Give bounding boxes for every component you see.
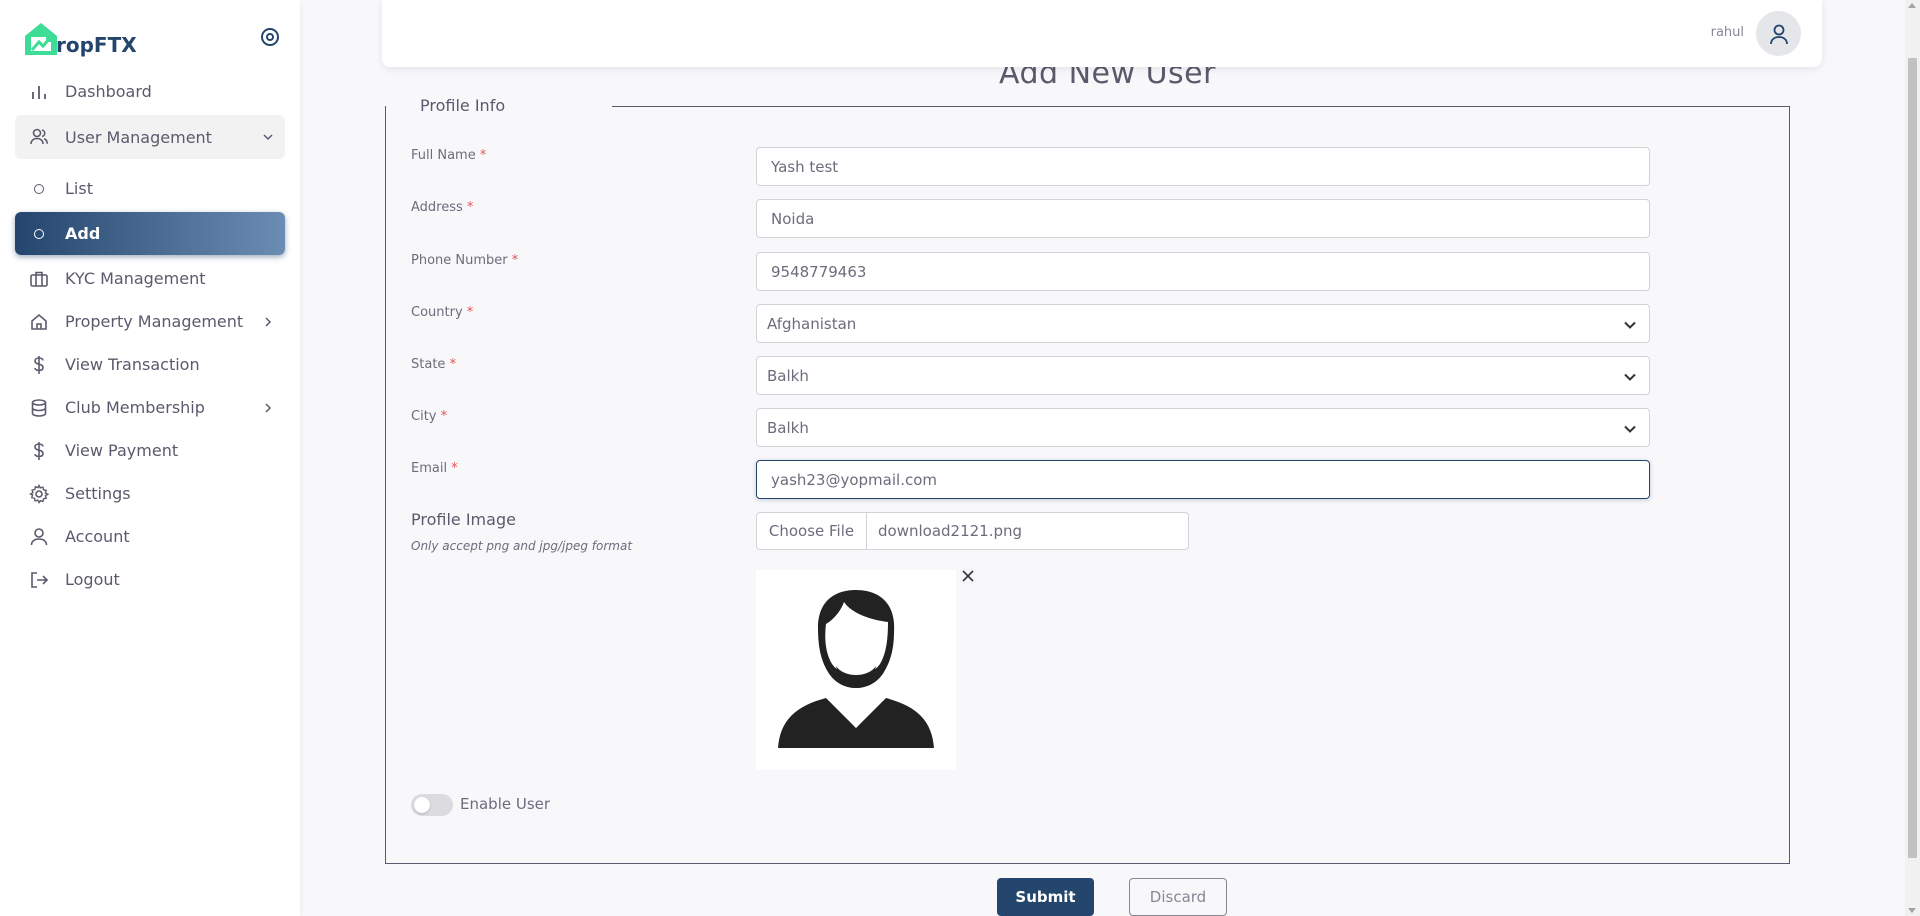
sidebar-item-settings[interactable]: Settings <box>15 472 285 515</box>
user-icon <box>29 527 49 547</box>
state-select[interactable]: Balkh <box>756 356 1650 395</box>
choose-file-button[interactable]: Choose File <box>757 513 867 549</box>
circle-icon <box>29 224 49 244</box>
enable-user-toggle[interactable] <box>411 794 453 816</box>
sidebar-item-label: KYC Management <box>65 269 206 288</box>
phone-label: Phone Number * <box>411 253 519 268</box>
chevron-down-icon <box>261 129 275 143</box>
sidebar-item-account[interactable]: Account <box>15 515 285 558</box>
sidebar-item-label: Account <box>65 527 130 546</box>
email-label: Email * <box>411 461 458 476</box>
chevron-down-icon <box>1623 370 1637 384</box>
phone-input[interactable]: 9548779463 <box>756 252 1650 291</box>
gear-icon <box>29 483 49 504</box>
home-icon <box>29 312 49 332</box>
users-icon <box>29 127 49 147</box>
avatar[interactable] <box>1756 11 1801 56</box>
dollar-icon <box>29 441 49 461</box>
sidebar-item-view-transaction[interactable]: View Transaction <box>15 343 285 386</box>
city-select[interactable]: Balkh <box>756 408 1650 447</box>
profile-image-preview <box>756 570 956 770</box>
sidebar-item-label: Property Management <box>65 312 244 331</box>
sidebar-item-logout[interactable]: Logout <box>15 558 285 601</box>
profile-image-title: Profile Image <box>411 510 516 529</box>
username: rahul <box>1710 25 1744 40</box>
file-input[interactable]: Choose File download2121.png <box>756 512 1189 550</box>
remove-image-icon[interactable] <box>960 568 976 584</box>
sidebar-item-label: User Management <box>65 127 212 147</box>
chevron-right-icon <box>261 314 275 328</box>
chevron-right-icon <box>261 400 275 414</box>
full-name-input[interactable]: Yash test <box>756 147 1650 186</box>
sidebar-item-dashboard[interactable]: Dashboard <box>15 70 285 113</box>
avatar-silhouette-icon <box>778 590 934 748</box>
sidebar-item-user-management[interactable]: User Management <box>15 115 285 159</box>
house-logo-icon <box>22 20 60 58</box>
address-label: Address * <box>411 200 474 215</box>
file-name: download2121.png <box>878 522 1023 540</box>
sidebar-item-label: Dashboard <box>65 82 152 101</box>
country-select[interactable]: Afghanistan <box>756 304 1650 343</box>
page-scrollbar[interactable] <box>1905 0 1920 916</box>
dollar-icon <box>29 355 49 375</box>
circle-icon <box>29 179 49 199</box>
sidebar-item-label: View Payment <box>65 441 179 460</box>
toggle-knob <box>414 797 430 813</box>
full-name-label: Full Name * <box>411 148 487 163</box>
top-navbar: rahul <box>382 0 1822 67</box>
database-icon <box>29 398 49 418</box>
sidebar: ropFTX Dashboard User Management List Ad… <box>0 0 300 916</box>
sidebar-menu: Dashboard User Management List Add KYC M… <box>15 70 285 601</box>
scroll-up-icon[interactable] <box>1908 3 1916 8</box>
sidebar-item-label: Logout <box>65 570 120 589</box>
chevron-down-icon <box>1623 422 1637 436</box>
scrollbar-thumb[interactable] <box>1908 58 1917 858</box>
address-input[interactable]: Noida <box>756 199 1650 238</box>
brand-logo[interactable]: ropFTX <box>22 18 137 58</box>
sidebar-item-label: Add <box>65 224 101 243</box>
sidebar-item-add[interactable]: Add <box>15 212 285 255</box>
sidebar-item-property-management[interactable]: Property Management <box>15 300 285 343</box>
profile-info-legend: Profile Info <box>420 96 522 115</box>
submit-button[interactable]: Submit <box>997 878 1094 916</box>
sidebar-item-label: List <box>65 179 93 198</box>
sidebar-item-label: View Transaction <box>65 355 200 374</box>
sidebar-item-label: Club Membership <box>65 398 205 417</box>
enable-user-label: Enable User <box>460 795 551 813</box>
briefcase-icon <box>29 269 49 289</box>
country-label: Country * <box>411 305 474 320</box>
chevron-down-icon <box>1623 318 1637 332</box>
city-label: City * <box>411 409 448 424</box>
sidebar-item-club-membership[interactable]: Club Membership <box>15 386 285 429</box>
user-icon <box>1769 24 1788 44</box>
collapse-sidebar-icon[interactable] <box>259 26 281 48</box>
sidebar-item-list[interactable]: List <box>15 167 285 210</box>
sidebar-item-kyc-management[interactable]: KYC Management <box>15 257 285 300</box>
sidebar-item-label: Settings <box>65 484 131 503</box>
bar-chart-icon <box>29 82 49 102</box>
scroll-down-icon[interactable] <box>1908 908 1916 913</box>
profile-image-hint: Only accept png and jpg/jpeg format <box>411 539 633 553</box>
discard-button[interactable]: Discard <box>1129 878 1227 916</box>
email-input[interactable]: yash23@yopmail.com <box>756 460 1650 499</box>
state-label: State * <box>411 357 457 372</box>
logout-icon <box>29 570 49 590</box>
sidebar-item-view-payment[interactable]: View Payment <box>15 429 285 472</box>
brand-name: ropFTX <box>56 33 137 57</box>
